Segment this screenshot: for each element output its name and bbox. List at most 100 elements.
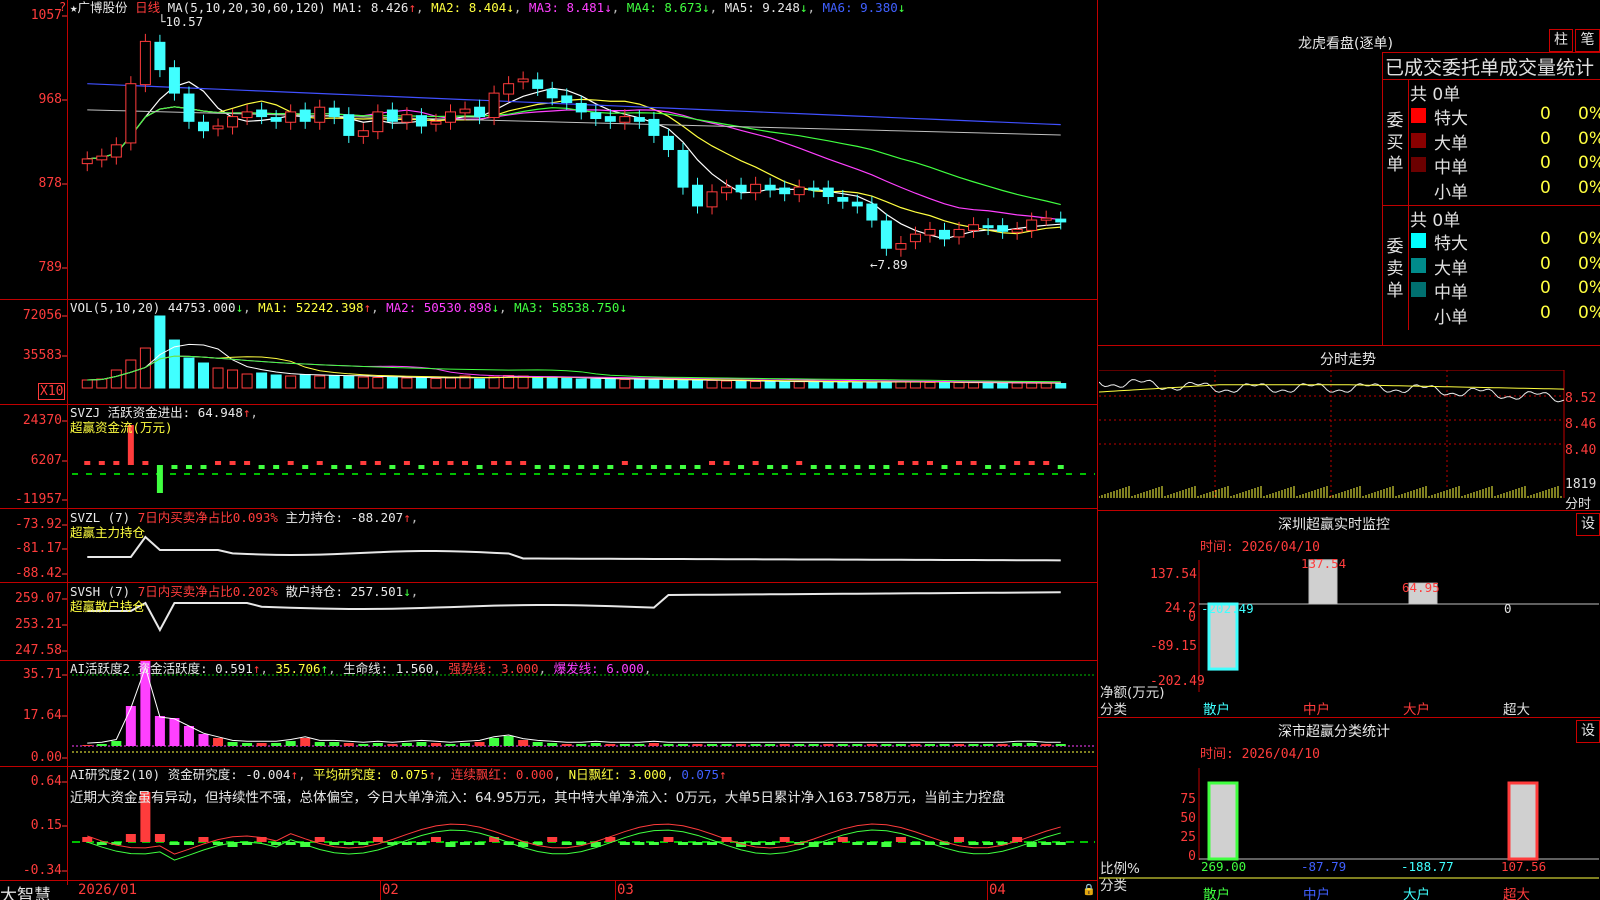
candle <box>546 88 558 99</box>
activity-bar <box>605 744 616 746</box>
flow-bar <box>374 461 381 465</box>
flow-bar <box>897 461 904 465</box>
activity-bar <box>183 726 194 746</box>
flow-bar <box>432 461 439 465</box>
ai1-axis-label: 17.64 <box>22 708 62 723</box>
volume-bar <box>270 374 282 389</box>
candle <box>401 114 413 123</box>
volume-bar <box>808 381 820 389</box>
monitor-settings-button[interactable]: 设 <box>1576 513 1600 536</box>
flow-bar <box>781 465 788 469</box>
flow-bar <box>331 465 338 469</box>
activity-bar <box>736 744 747 746</box>
flow-bar <box>1028 461 1035 465</box>
order-percent: 0% <box>1578 153 1600 173</box>
volume-bar <box>183 357 195 389</box>
candle <box>227 116 239 128</box>
order-count: 0 <box>1540 229 1551 249</box>
activity-bar <box>460 743 471 746</box>
research-bar <box>445 842 456 847</box>
research-bar <box>895 837 906 842</box>
monitor-category: 大户 <box>1403 702 1430 718</box>
flow-bar <box>723 461 730 465</box>
research-bar <box>692 842 703 845</box>
order-size-label: 中单 <box>1434 283 1468 303</box>
activity-bar <box>983 744 994 746</box>
candle <box>909 233 921 243</box>
classify-value: 107.56 <box>1501 859 1547 874</box>
candle <box>517 78 529 83</box>
research-bar <box>663 837 674 842</box>
svzj-axis-label: -11957 <box>15 492 62 507</box>
research-bar <box>648 842 659 845</box>
buy-orders-heading: 委买单 <box>1386 111 1404 175</box>
svzj-axis-label: 6207 <box>30 453 62 468</box>
flow-bar <box>752 461 759 465</box>
activity-bar <box>895 744 906 746</box>
bar-view-button[interactable]: 柱 <box>1549 29 1573 52</box>
lock-icon[interactable]: 🔒 <box>1082 883 1096 896</box>
research-bar <box>314 837 325 842</box>
candlestick-chart[interactable] <box>68 0 1097 299</box>
brand-logo[interactable]: 大智慧 <box>0 881 51 900</box>
order-count: 0 <box>1540 104 1551 124</box>
tick-view-button[interactable]: 笔 <box>1575 29 1600 52</box>
order-count: 0 <box>1540 153 1551 173</box>
activity-bar <box>750 744 761 746</box>
candle <box>285 111 297 123</box>
candle <box>343 114 355 136</box>
candle <box>662 135 674 151</box>
research-bar <box>881 842 892 847</box>
svzl-axis-label: -81.17 <box>15 541 62 556</box>
activity-bar <box>924 744 935 746</box>
classify-x-label: 分类 <box>1100 878 1127 894</box>
sell-orders-heading: 委卖单 <box>1386 237 1404 301</box>
price-axis-label: 789 <box>38 260 62 275</box>
legend-swatch <box>1411 233 1426 248</box>
volume-bar <box>648 379 660 389</box>
flow-bar <box>520 461 527 465</box>
intraday-chart[interactable] <box>1099 370 1600 508</box>
activity-bar <box>329 742 340 746</box>
svzl-header: SVZL (7) 7日内买卖净占比0.093% 主力持仓: -88.207↑, <box>70 510 419 525</box>
classify-bar <box>1507 781 1539 861</box>
candle <box>939 229 950 240</box>
svsh-axis-label: 259.07 <box>15 591 62 606</box>
activity-bar <box>677 744 688 746</box>
activity-bar <box>808 744 819 746</box>
monitor-value: -202.49 <box>1201 601 1254 616</box>
activity-bar <box>1012 743 1023 746</box>
volume-bar <box>706 379 718 389</box>
monitor-title: 深圳超赢实时监控 <box>1278 517 1390 533</box>
activity-bar <box>648 743 659 746</box>
order-percent: 0% <box>1578 177 1600 198</box>
candle <box>445 111 456 123</box>
volume-bar <box>474 378 486 389</box>
volume-bar <box>1040 382 1052 389</box>
research-bar <box>125 834 136 842</box>
ai2-axis-label: 0.64 <box>30 774 62 789</box>
flow-bar <box>999 465 1006 469</box>
research-bar <box>750 842 761 845</box>
svsh-header: SVSH (7) 7日内买卖净占比0.202% 散户持仓: 257.501↓, <box>70 584 419 599</box>
volume-bar <box>357 376 369 389</box>
flow-bar <box>839 465 846 469</box>
order-size-label: 中单 <box>1434 158 1468 178</box>
indicator-charts[interactable] <box>68 405 1097 880</box>
monitor-value: 137.54 <box>1301 556 1347 571</box>
volume-bar <box>735 380 747 389</box>
monitor-category: 超大 <box>1503 702 1530 718</box>
volume-bar <box>343 375 355 389</box>
classify-settings-button[interactable]: 设 <box>1576 720 1600 743</box>
research-bar <box>474 842 485 845</box>
sell-total: 共 0单 <box>1410 211 1461 231</box>
legend-swatch <box>1411 157 1426 172</box>
activity-bar <box>489 738 500 746</box>
order-count: 0 <box>1540 177 1551 198</box>
candle <box>735 184 747 193</box>
intraday-title: 分时走势 <box>1320 352 1376 368</box>
volume-unit-badge: X10 <box>38 383 66 400</box>
flow-bar <box>403 461 410 465</box>
monitor-axis-label: -89.15 <box>1150 639 1197 654</box>
candle <box>183 93 195 122</box>
